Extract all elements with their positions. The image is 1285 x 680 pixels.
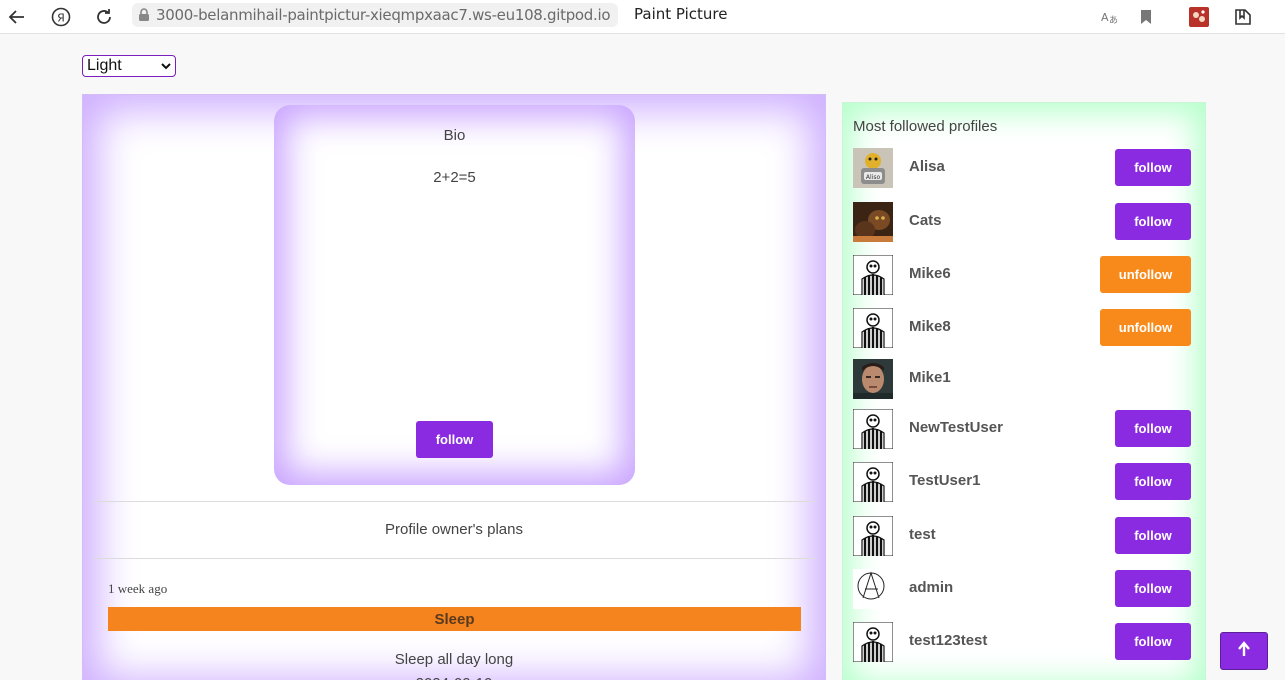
svg-text:Aliso: Aliso	[866, 174, 881, 181]
follow-button[interactable]: follow	[1115, 203, 1191, 240]
profile-name[interactable]: test	[909, 526, 936, 543]
profile-row[interactable]: Aliso Alisa follow	[853, 148, 1193, 188]
profile-row[interactable]: Mike6 unfollow	[853, 255, 1193, 295]
follow-button[interactable]: follow	[1115, 410, 1191, 447]
default-avatar[interactable]	[853, 255, 893, 295]
theme-select[interactable]: Light	[82, 55, 176, 77]
profile-name[interactable]: NewTestUser	[909, 419, 1003, 436]
divider	[93, 558, 815, 559]
bio-card: Bio 2+2=5 follow	[274, 105, 635, 485]
most-followed-panel: Most followed profiles Aliso Alisa follo…	[842, 102, 1206, 680]
profile-name[interactable]: Mike1	[909, 369, 951, 386]
extension-icon[interactable]	[1186, 4, 1212, 30]
bio-text: 2+2=5	[433, 169, 476, 186]
page-title: Paint Picture	[634, 5, 728, 23]
default-avatar[interactable]	[853, 622, 893, 662]
follow-button[interactable]: follow	[1115, 517, 1191, 554]
theme-select-value: Light	[87, 57, 122, 74]
cats-avatar[interactable]	[853, 202, 893, 242]
profile-row[interactable]: TestUser1 follow	[853, 462, 1193, 502]
collections-icon[interactable]	[1230, 4, 1256, 30]
profile-name[interactable]: admin	[909, 579, 953, 596]
default-avatar[interactable]	[853, 409, 893, 449]
default-avatar[interactable]	[853, 462, 893, 502]
unfollow-button[interactable]: unfollow	[1100, 309, 1191, 346]
bio-follow-button[interactable]: follow	[416, 421, 493, 458]
yandex-icon[interactable]: Я	[48, 4, 74, 30]
profile-row[interactable]: test follow	[853, 516, 1193, 556]
divider	[93, 501, 815, 502]
back-arrow-icon[interactable]	[4, 4, 30, 30]
profile-row[interactable]: Mike8 unfollow	[853, 308, 1193, 348]
follow-button[interactable]: follow	[1115, 623, 1191, 660]
chevron-down-icon	[161, 57, 171, 75]
reload-icon[interactable]	[91, 4, 117, 30]
lock-icon	[132, 8, 156, 22]
bio-title: Bio	[443, 127, 466, 144]
profile-row[interactable]: admin follow	[853, 569, 1193, 609]
profile-row[interactable]: test123test follow	[853, 622, 1193, 662]
alisa-avatar[interactable]: Aliso	[853, 148, 893, 188]
profile-row[interactable]: Mike1	[853, 359, 1193, 399]
svg-text:Я: Я	[57, 12, 65, 25]
profile-panel: Bio 2+2=5 follow Profile owner's plans 1…	[82, 94, 826, 680]
profile-row[interactable]: NewTestUser follow	[853, 409, 1193, 449]
translate-icon[interactable]: Aあ	[1097, 4, 1123, 30]
plan-title-bar[interactable]: Sleep	[108, 607, 801, 631]
profile-name[interactable]: Cats	[909, 212, 942, 229]
default-avatar[interactable]	[853, 308, 893, 348]
scroll-to-top-button[interactable]	[1220, 632, 1268, 670]
follow-button[interactable]: follow	[1115, 463, 1191, 500]
arrow-up-icon	[1237, 640, 1251, 662]
bookmark-icon[interactable]	[1133, 4, 1159, 30]
browser-toolbar: Я 3000-belanmihail-paintpictur-xieqmpxaa…	[0, 0, 1285, 34]
photo-avatar[interactable]	[853, 359, 893, 399]
svg-text:A: A	[1101, 11, 1109, 24]
url-text: 3000-belanmihail-paintpictur-xieqmpxaac7…	[156, 6, 611, 24]
address-bar[interactable]: 3000-belanmihail-paintpictur-xieqmpxaac7…	[132, 3, 618, 27]
default-avatar[interactable]	[853, 516, 893, 556]
unfollow-button[interactable]: unfollow	[1100, 256, 1191, 293]
profile-row[interactable]: Cats follow	[853, 202, 1193, 242]
follow-button[interactable]: follow	[1115, 149, 1191, 186]
follow-button[interactable]: follow	[1115, 570, 1191, 607]
most-followed-title: Most followed profiles	[853, 118, 998, 135]
anarchy-avatar[interactable]	[853, 569, 893, 609]
plan-time-ago: 1 week ago	[108, 581, 168, 596]
profile-name[interactable]: Mike6	[909, 265, 951, 282]
profile-name[interactable]: Alisa	[909, 158, 945, 175]
svg-text:あ: あ	[1109, 15, 1118, 25]
profile-name[interactable]: Mike8	[909, 318, 951, 335]
plans-heading: Profile owner's plans	[385, 521, 523, 538]
profile-name[interactable]: test123test	[909, 632, 987, 649]
plan-description: Sleep all day long	[394, 651, 514, 668]
plan-date: 2024-09-10	[83, 675, 825, 680]
profile-name[interactable]: TestUser1	[909, 472, 980, 489]
